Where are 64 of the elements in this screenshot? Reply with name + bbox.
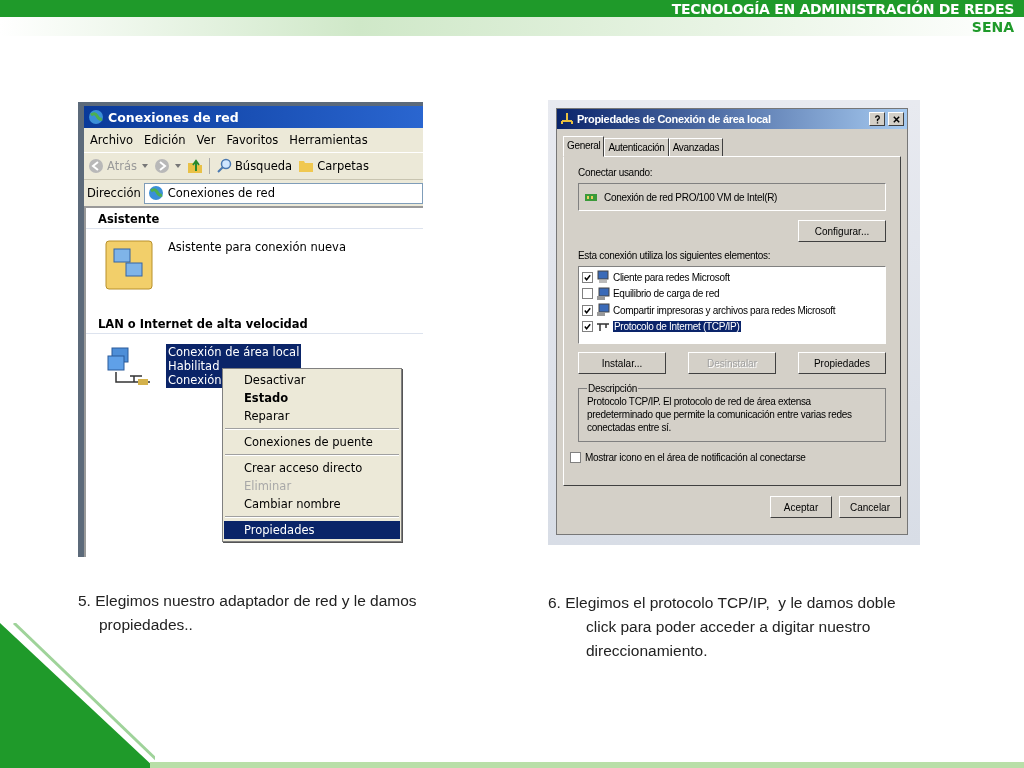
globe-icon [88, 109, 104, 125]
menu-item[interactable]: Ver [196, 133, 216, 147]
dialog-button[interactable]: Aceptar [770, 496, 832, 518]
folder-up-icon [186, 158, 203, 174]
header-title: TECNOLOGÍA EN ADMINISTRACIÓN DE REDES [671, 0, 1014, 17]
context-menu-item[interactable]: Propiedades [224, 521, 400, 539]
search-button[interactable]: Búsqueda [208, 158, 293, 174]
dialog-title: Propiedades de Conexión de área local [577, 113, 772, 125]
dialog-button[interactable]: Cancelar [839, 496, 901, 518]
action-button[interactable]: Instalar... [578, 352, 666, 374]
context-menu-item[interactable]: Cambiar nombre [224, 495, 400, 513]
globe-icon [147, 185, 164, 201]
configure-button[interactable]: Configurar... [798, 220, 886, 242]
context-menu-item[interactable]: Estado [224, 389, 400, 407]
component-item[interactable]: Cliente para redes Microsoft [613, 271, 730, 283]
description-legend: Descripción [587, 382, 638, 395]
network-plug-icon [560, 112, 574, 126]
checkbox-label: Mostrar icono en el área de notificación al conectarse [585, 452, 806, 463]
close-button[interactable] [888, 112, 904, 126]
context-menu-item[interactable]: Conexiones de puente [224, 433, 400, 451]
adapter-field: Conexión de red PRO/100 VM de Intel(R) [578, 183, 886, 211]
caption: 5. Elegimos nuestro adaptador de red y le damos propiedades.. [78, 591, 417, 635]
section-heading: LAN o Internet de alta velocidad [86, 313, 423, 334]
close-icon [891, 114, 901, 124]
folders-button[interactable]: Carpetas [298, 158, 369, 174]
description-text: Protocolo TCP/IP. El protocolo de red de área extensa predeterminado que permite la comunicación entre varias redes conectadas entre sí. [587, 396, 852, 433]
tab[interactable]: Autenticación [604, 138, 669, 157]
menu-item[interactable]: Favoritos [226, 133, 279, 147]
window-title: Conexiones de red [108, 109, 239, 125]
up-folder-button[interactable] [186, 158, 203, 174]
checkbox[interactable] [582, 304, 593, 316]
tab[interactable]: Avanzadas [668, 138, 724, 157]
checkbox[interactable] [570, 452, 581, 463]
menu-item[interactable]: Archivo [90, 133, 133, 147]
search-icon [215, 158, 232, 174]
dropdown-caret-icon [174, 164, 181, 168]
header-subtitle: SENA [971, 18, 1014, 35]
help-button[interactable] [869, 112, 885, 126]
context-menu-item[interactable]: Crear acceso directo [224, 459, 400, 477]
menu-item[interactable]: Edición [144, 133, 186, 147]
address-label: Dirección [87, 186, 141, 200]
connect-using-label: Conectar usando: [578, 167, 654, 178]
checkbox[interactable] [582, 288, 593, 300]
component-item[interactable]: Equilibrio de carga de red [613, 288, 720, 300]
component-item[interactable]: Compartir impresoras y archivos para redes Microsoft [613, 304, 836, 316]
address-field[interactable]: Conexiones de red [143, 182, 423, 204]
section-heading: Asistente [86, 208, 423, 229]
dropdown-caret-icon [141, 164, 148, 168]
computer-icon [596, 286, 610, 301]
component-item[interactable]: Protocolo de Internet (TCP/IP) [613, 321, 741, 333]
network-wizard-icon [104, 239, 156, 291]
folder-icon [298, 158, 315, 174]
components-label: Esta conexión utiliza los siguientes elementos: [578, 250, 772, 261]
connection-label[interactable]: Asistente para conexión nueva [166, 239, 348, 255]
computer-icon [596, 303, 610, 318]
checkbox[interactable] [582, 271, 593, 283]
tab[interactable]: General [563, 136, 605, 157]
computer-icon [596, 270, 610, 285]
action-button[interactable]: Propiedades [798, 352, 886, 374]
menu-item[interactable]: Herramientas [289, 133, 368, 147]
context-menu-item[interactable]: Reparar [224, 407, 400, 425]
help-icon [872, 114, 882, 124]
checkbox[interactable] [582, 321, 593, 333]
caption: 6. Elegimos el protocolo TCP/IP, y le damos doble click para poder acceder a digitar nuestro direccionamiento. [548, 593, 897, 661]
